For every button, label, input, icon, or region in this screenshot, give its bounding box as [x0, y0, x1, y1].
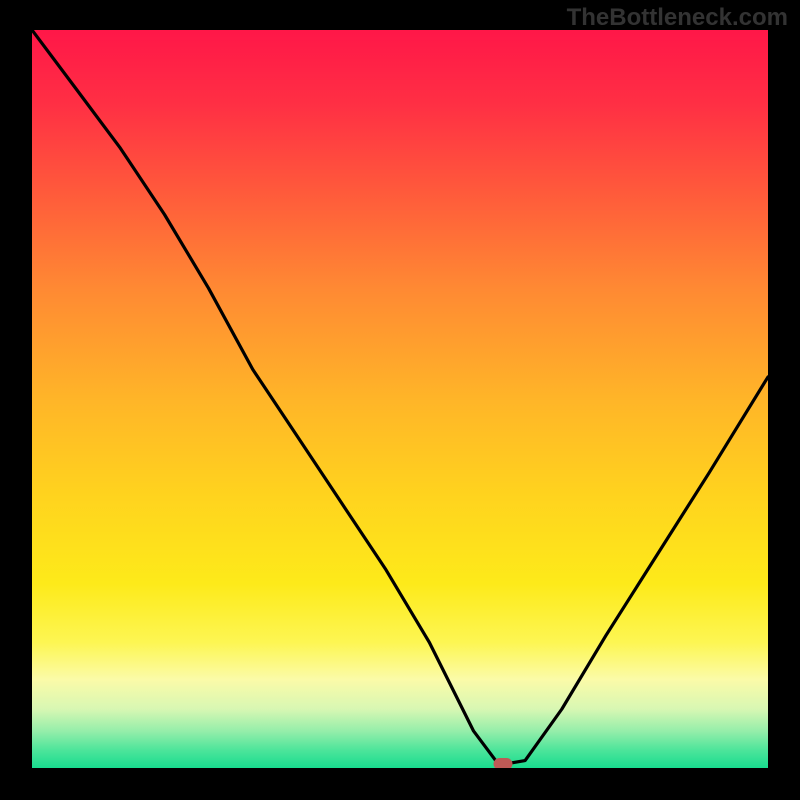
bottleneck-curve — [32, 30, 768, 768]
plot-area — [32, 30, 768, 768]
chart-frame: TheBottleneck.com — [0, 0, 800, 800]
watermark-text: TheBottleneck.com — [567, 4, 788, 32]
optimum-marker — [494, 758, 513, 768]
